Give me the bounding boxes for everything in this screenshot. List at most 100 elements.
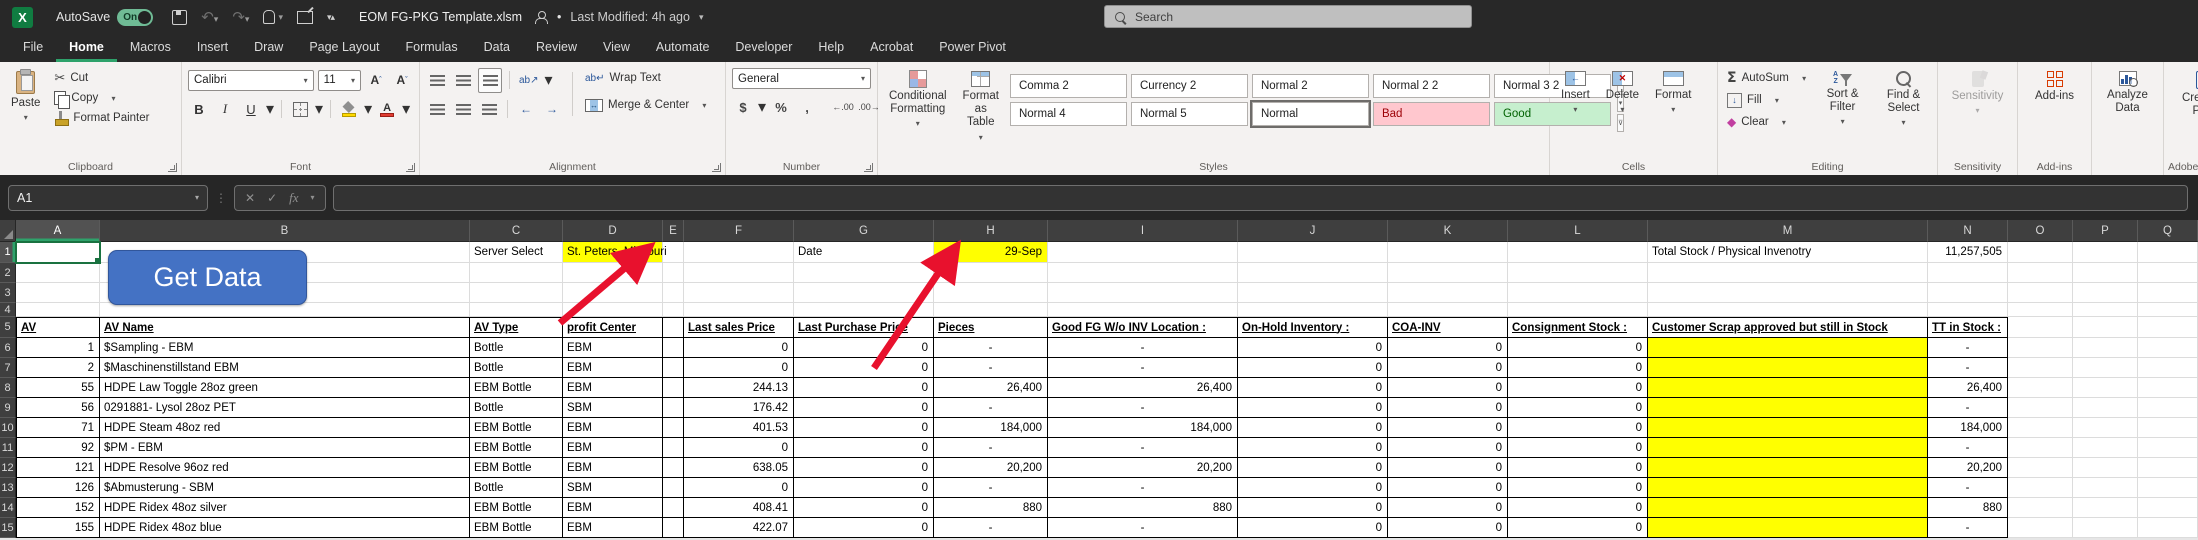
cell-G8[interactable]: 0 xyxy=(794,378,934,398)
cell-I15[interactable]: - xyxy=(1048,518,1238,538)
cell-G3[interactable] xyxy=(794,283,934,303)
cut-button[interactable]: ✂Cut xyxy=(51,68,152,88)
row-header-9[interactable]: 9 xyxy=(0,398,16,418)
cell-C4[interactable] xyxy=(470,303,563,317)
cell-O4[interactable] xyxy=(2008,303,2073,317)
cell-C5[interactable]: AV Type xyxy=(470,317,563,338)
borders-button[interactable] xyxy=(289,100,311,119)
cell-O3[interactable] xyxy=(2008,283,2073,303)
tab-macros[interactable]: Macros xyxy=(117,34,184,62)
merge-center-button[interactable]: ↔Merge & Center ▾ xyxy=(582,95,709,115)
cell-H14[interactable]: 880 xyxy=(934,498,1048,518)
cell-D1[interactable]: St. Peters, Missouri xyxy=(563,242,663,263)
cell-B12[interactable]: HDPE Resolve 96oz red xyxy=(100,458,470,478)
column-header-Q[interactable]: Q xyxy=(2138,220,2198,242)
confirm-entry-icon[interactable]: ✓ xyxy=(267,191,277,205)
cell-D12[interactable]: EBM xyxy=(563,458,663,478)
font-color-button[interactable]: A xyxy=(376,100,398,119)
cell-G2[interactable] xyxy=(794,263,934,283)
cell-N5[interactable]: TT in Stock : xyxy=(1928,317,2008,338)
cell-L5[interactable]: Consignment Stock : xyxy=(1508,317,1648,338)
cell-H11[interactable]: - xyxy=(934,438,1048,458)
cell-B10[interactable]: HDPE Steam 48oz red xyxy=(100,418,470,438)
cell-J12[interactable]: 0 xyxy=(1238,458,1388,478)
cell-B4[interactable] xyxy=(100,303,470,317)
row-header-14[interactable]: 14 xyxy=(0,498,16,518)
cell-P7[interactable] xyxy=(2073,358,2138,378)
cell-Q13[interactable] xyxy=(2138,478,2198,498)
column-header-O[interactable]: O xyxy=(2008,220,2073,242)
row-header-4[interactable]: 4 xyxy=(0,303,16,317)
cell-M1[interactable]: Total Stock / Physical Invenotry xyxy=(1648,242,1928,263)
cell-O14[interactable] xyxy=(2008,498,2073,518)
cell-E8[interactable] xyxy=(663,378,684,398)
cell-K11[interactable]: 0 xyxy=(1388,438,1508,458)
cell-G1[interactable]: Date xyxy=(794,242,934,263)
cell-style-currency-2[interactable]: Currency 2 xyxy=(1131,74,1248,98)
increase-indent-button[interactable]: → xyxy=(541,100,563,119)
cell-M2[interactable] xyxy=(1648,263,1928,283)
cell-A10[interactable]: 71 xyxy=(16,418,100,438)
cell-C2[interactable] xyxy=(470,263,563,283)
cell-F1[interactable] xyxy=(684,242,794,263)
cell-H1[interactable]: 29-Sep xyxy=(934,242,1048,263)
cell-H12[interactable]: 20,200 xyxy=(934,458,1048,478)
cell-N3[interactable] xyxy=(1928,283,2008,303)
cell-D10[interactable]: EBM xyxy=(563,418,663,438)
cell-G4[interactable] xyxy=(794,303,934,317)
cell-C6[interactable]: Bottle xyxy=(470,338,563,358)
cell-M3[interactable] xyxy=(1648,283,1928,303)
autosum-button[interactable]: ΣAutoSum ▾ xyxy=(1724,68,1809,88)
cell-O12[interactable] xyxy=(2008,458,2073,478)
cell-E4[interactable] xyxy=(663,303,684,317)
cell-F14[interactable]: 408.41 xyxy=(684,498,794,518)
copy-button[interactable]: Copy ▾ xyxy=(51,88,152,108)
tab-review[interactable]: Review xyxy=(523,34,590,62)
last-modified-label[interactable]: Last Modified: 4h ago xyxy=(570,10,690,24)
row-header-11[interactable]: 11 xyxy=(0,438,16,458)
cell-G10[interactable]: 0 xyxy=(794,418,934,438)
row-header-10[interactable]: 10 xyxy=(0,418,16,438)
cell-G6[interactable]: 0 xyxy=(794,338,934,358)
cell-O6[interactable] xyxy=(2008,338,2073,358)
cell-J4[interactable] xyxy=(1238,303,1388,317)
cell-D2[interactable] xyxy=(563,263,663,283)
search-box[interactable] xyxy=(1104,5,1472,28)
cell-P2[interactable] xyxy=(2073,263,2138,283)
cell-style-normal-4[interactable]: Normal 4 xyxy=(1010,102,1127,126)
cell-F15[interactable]: 422.07 xyxy=(684,518,794,538)
cell-H7[interactable]: - xyxy=(934,358,1048,378)
cell-B7[interactable]: $Maschinenstillstand EBM xyxy=(100,358,470,378)
chevron-down-icon[interactable]: ▾ xyxy=(402,99,410,119)
cell-F4[interactable] xyxy=(684,303,794,317)
cell-P6[interactable] xyxy=(2073,338,2138,358)
decrease-indent-button[interactable]: ← xyxy=(515,100,537,119)
cell-H4[interactable] xyxy=(934,303,1048,317)
tab-data[interactable]: Data xyxy=(471,34,523,62)
cell-P11[interactable] xyxy=(2073,438,2138,458)
cell-P3[interactable] xyxy=(2073,283,2138,303)
row-header-2[interactable]: 2 xyxy=(0,263,16,283)
row-header-12[interactable]: 12 xyxy=(0,458,16,478)
cell-A14[interactable]: 152 xyxy=(16,498,100,518)
row-header-8[interactable]: 8 xyxy=(0,378,16,398)
font-size-select[interactable]: 11▾ xyxy=(318,70,361,91)
cell-N13[interactable]: - xyxy=(1928,478,2008,498)
tab-acrobat[interactable]: Acrobat xyxy=(857,34,926,62)
cell-I5[interactable]: Good FG W/o INV Location : xyxy=(1048,317,1238,338)
cell-N4[interactable] xyxy=(1928,303,2008,317)
cell-P10[interactable] xyxy=(2073,418,2138,438)
cell-I8[interactable]: 26,400 xyxy=(1048,378,1238,398)
cell-N2[interactable] xyxy=(1928,263,2008,283)
cell-I11[interactable]: - xyxy=(1048,438,1238,458)
insert-cells-button[interactable]: ←Insert▾ xyxy=(1556,68,1595,157)
cell-F6[interactable]: 0 xyxy=(684,338,794,358)
tab-insert[interactable]: Insert xyxy=(184,34,241,62)
cell-Q10[interactable] xyxy=(2138,418,2198,438)
cell-J1[interactable] xyxy=(1238,242,1388,263)
cell-E13[interactable] xyxy=(663,478,684,498)
wrap-text-button[interactable]: ab↵Wrap Text xyxy=(582,68,709,88)
fill-handle[interactable] xyxy=(94,257,100,263)
cell-L2[interactable] xyxy=(1508,263,1648,283)
cell-L10[interactable]: 0 xyxy=(1508,418,1648,438)
